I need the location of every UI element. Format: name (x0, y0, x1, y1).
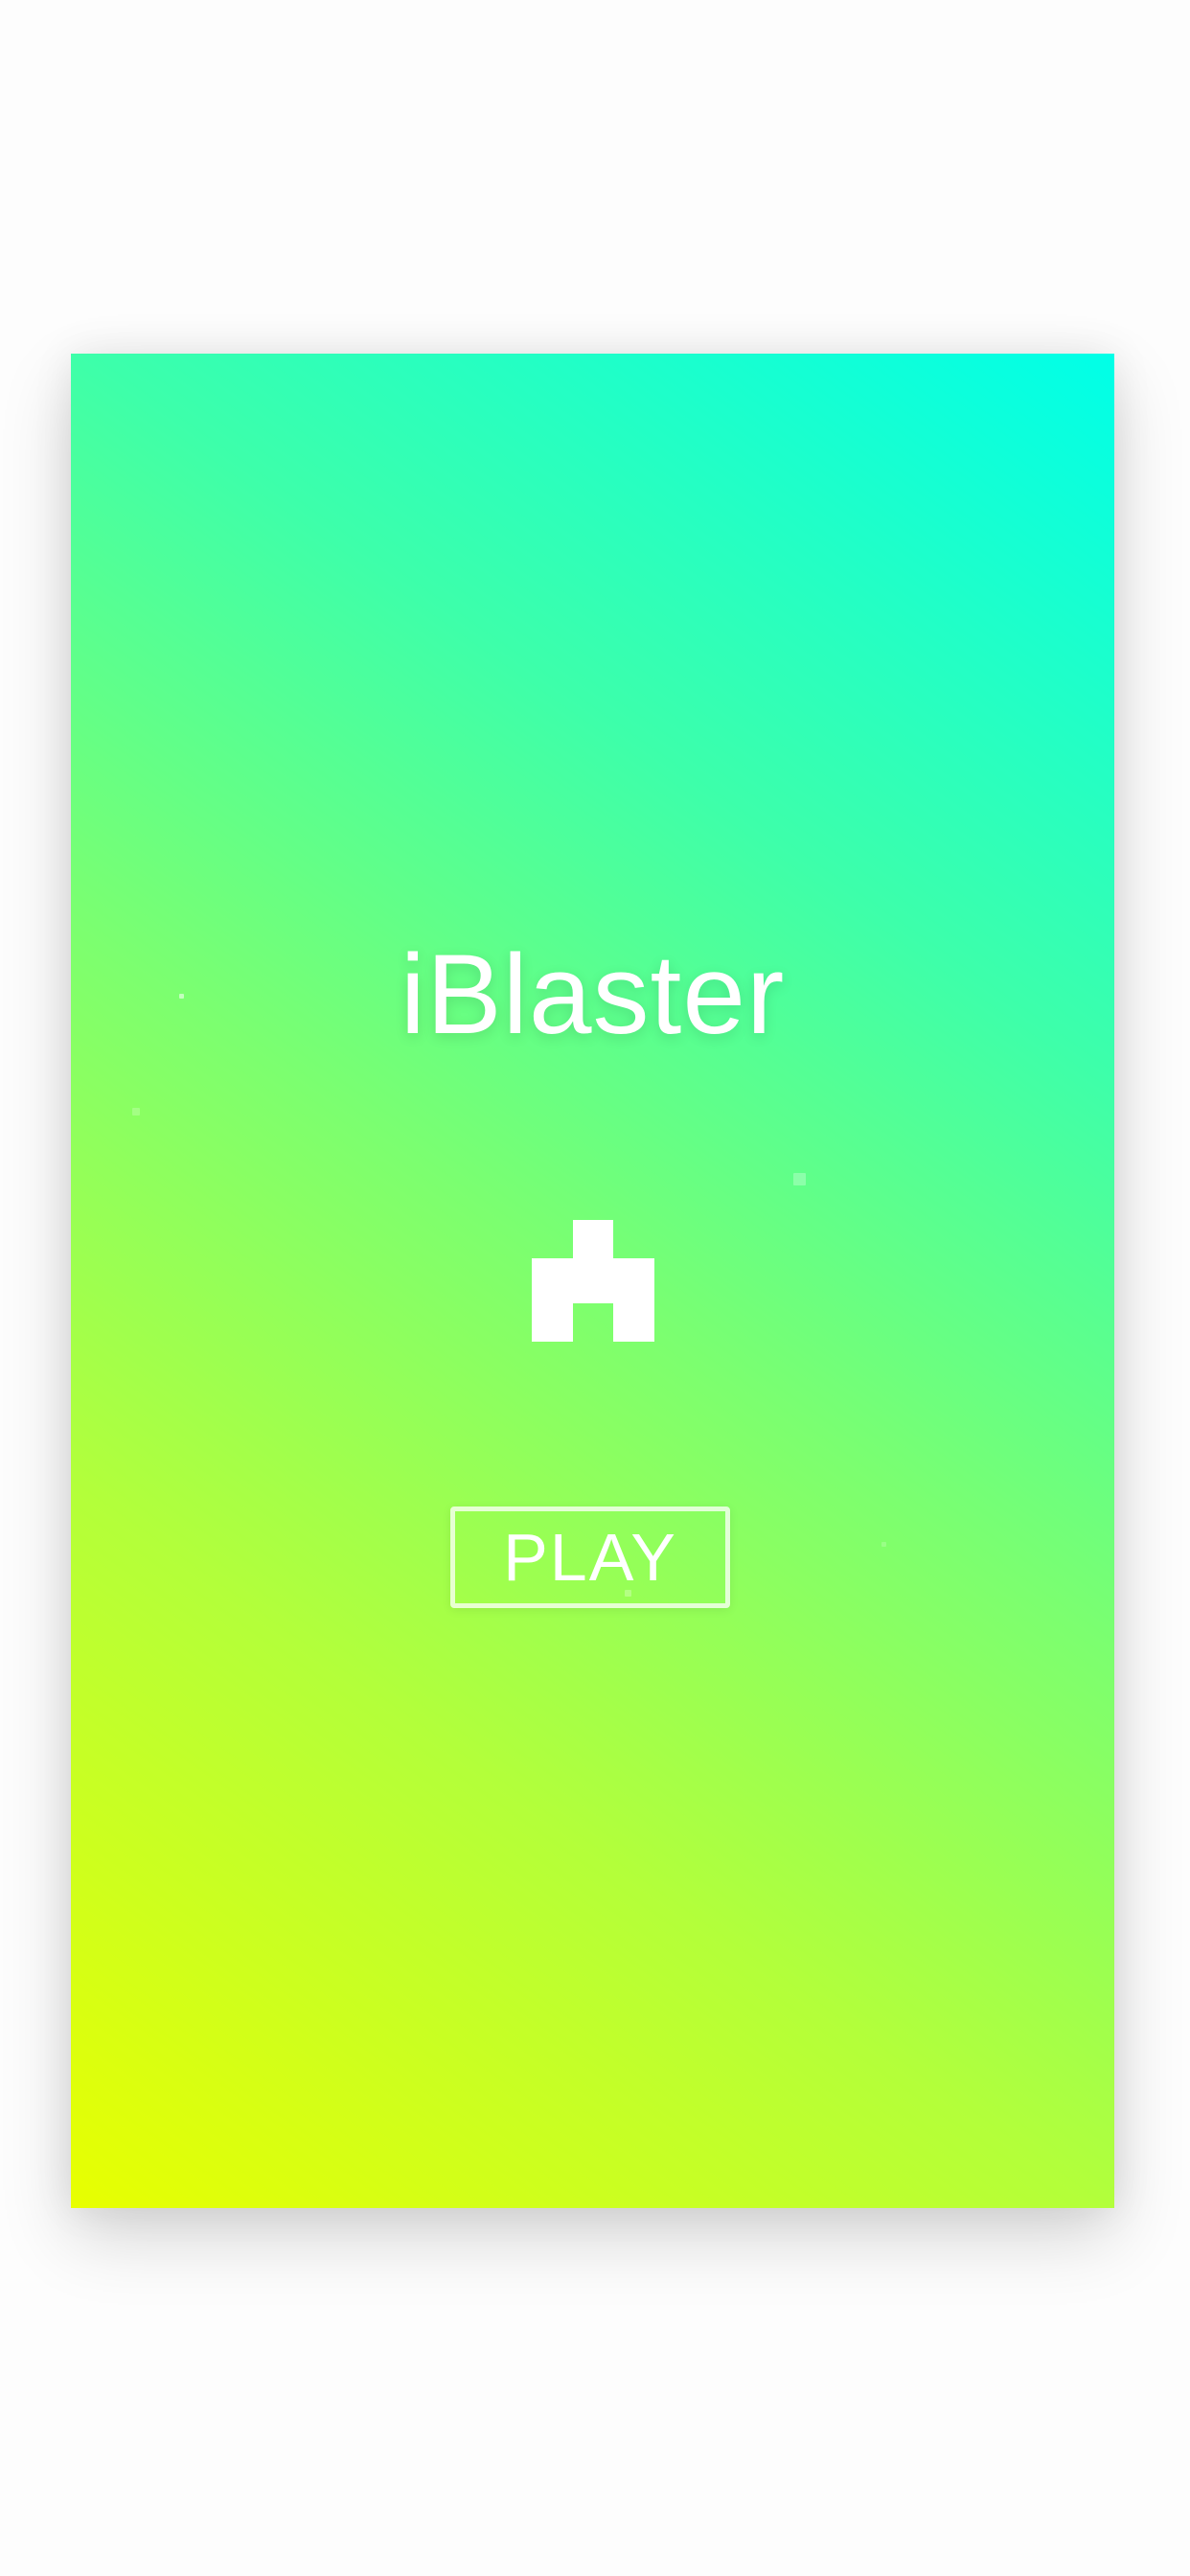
game-title: iBlaster (400, 932, 786, 1058)
play-button[interactable]: PLAY (450, 1506, 730, 1608)
particle (132, 1108, 140, 1116)
particle (793, 1173, 806, 1185)
game-screen: iBlaster PLAY (71, 354, 1114, 2208)
pixel-ship-icon (532, 1220, 654, 1342)
particle (881, 1542, 886, 1547)
